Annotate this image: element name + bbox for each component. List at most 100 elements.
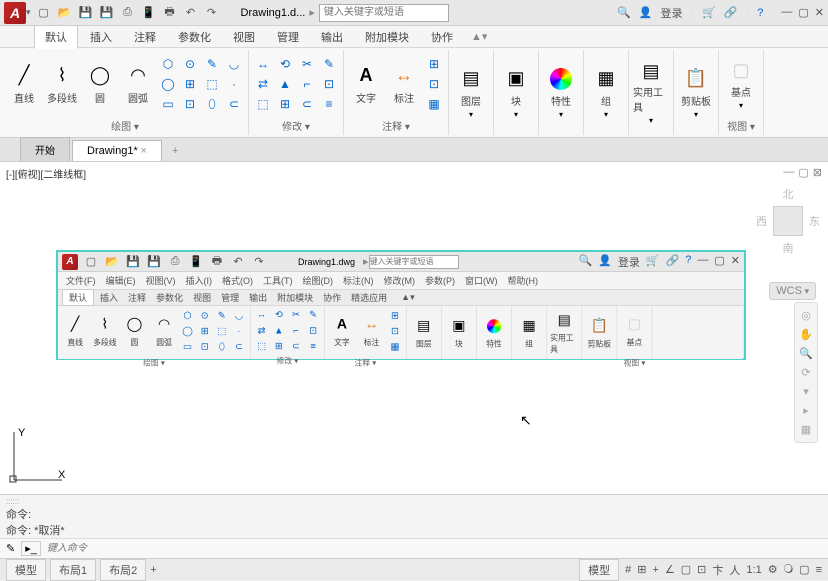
sm-btn[interactable]: ⬡ — [158, 55, 178, 73]
more-icon[interactable]: ≡ — [816, 564, 822, 576]
viewport-label[interactable]: [-][俯视][二维线框] — [6, 166, 86, 181]
cube-s[interactable]: 南 — [783, 240, 794, 256]
minimize-button[interactable]: — — [781, 6, 792, 19]
app-logo-icon[interactable]: A — [4, 2, 26, 24]
ortho-icon[interactable]: + — [652, 564, 658, 576]
sm-btn[interactable]: ⇄ — [253, 75, 273, 93]
track-icon[interactable]: ⊡ — [697, 563, 706, 576]
share-icon[interactable]: 🔗 — [724, 6, 738, 19]
tab-insert[interactable]: 插入 — [80, 26, 122, 48]
cube-e[interactable]: 东 — [809, 213, 820, 229]
prop-button[interactable]: 特性▾ — [543, 63, 579, 123]
group-button[interactable]: ▦组▾ — [588, 63, 624, 123]
nav-pan-icon[interactable]: ✋ — [799, 328, 813, 341]
sm-btn[interactable]: ▲ — [275, 75, 295, 93]
clip-button[interactable]: 📋剪贴板▾ — [678, 63, 714, 123]
grid-icon[interactable]: # — [625, 564, 631, 576]
tab-start[interactable]: 开始 — [20, 137, 70, 161]
sm-btn[interactable]: ⊡ — [319, 75, 339, 93]
cmd-toggle-icon[interactable]: ▸_ — [21, 541, 41, 556]
tab-parametric[interactable]: 参数化 — [168, 26, 221, 48]
nav-zoom-icon[interactable]: 🔍 — [799, 347, 813, 360]
scale-label[interactable]: 1:1 — [746, 564, 761, 576]
open-icon[interactable]: 📂 — [56, 4, 74, 22]
sm-btn[interactable]: ≡ — [319, 95, 339, 113]
circle-button[interactable]: ◯圆 — [82, 54, 118, 114]
sm-btn[interactable]: ✎ — [202, 55, 222, 73]
base-button[interactable]: ▢基点▾ — [723, 54, 759, 114]
dim-button[interactable]: ↔标注 — [386, 54, 422, 114]
ribbon-expand-icon[interactable]: ▲▾ — [471, 30, 487, 43]
tab-output[interactable]: 输出 — [311, 26, 353, 48]
sm-btn[interactable]: ⬚ — [202, 75, 222, 93]
tab-view[interactable]: 视图 — [223, 26, 265, 48]
tab-manage[interactable]: 管理 — [267, 26, 309, 48]
snap-icon[interactable]: ⊞ — [637, 563, 646, 576]
sm-btn[interactable]: ⬯ — [202, 95, 222, 113]
sm-btn[interactable]: ✎ — [319, 55, 339, 73]
status-modelspace[interactable]: 模型 — [579, 559, 619, 581]
add-layout-icon[interactable]: + — [150, 564, 156, 576]
cube-w[interactable]: 西 — [756, 213, 767, 229]
sm-btn[interactable]: ◡ — [224, 55, 244, 73]
new-icon[interactable]: ▢ — [35, 4, 53, 22]
nav-play-icon[interactable]: ▸ — [803, 404, 809, 417]
maximize-button[interactable]: ▢ — [798, 6, 808, 19]
polar-icon[interactable]: ∠ — [665, 563, 675, 576]
nav-cube[interactable]: 北 西东 南 — [758, 186, 818, 276]
sm-btn[interactable]: ⬚ — [253, 95, 273, 113]
sm-btn[interactable]: · — [224, 75, 244, 93]
anno-icon[interactable]: 🔾 — [784, 563, 794, 576]
nav-wheel-icon[interactable]: ◎ — [801, 309, 811, 322]
search-input[interactable] — [319, 4, 449, 22]
sm-btn[interactable]: ⌐ — [297, 75, 317, 93]
sm-btn[interactable]: ⊡ — [424, 75, 444, 93]
login-link[interactable]: 登录 — [661, 5, 683, 21]
user-icon[interactable]: 👤 — [639, 6, 653, 19]
vp-max-icon[interactable]: ▢ — [798, 166, 808, 179]
tab-addins[interactable]: 附加模块 — [355, 26, 419, 48]
print-icon[interactable]: 🖶 — [161, 4, 179, 22]
panel-annot-title[interactable]: 注释 ▾ — [348, 116, 444, 133]
close-tab-icon[interactable]: × — [141, 145, 147, 157]
help-icon[interactable]: ? — [757, 7, 763, 19]
cart-icon[interactable]: 🛒 — [702, 6, 716, 19]
sm-btn[interactable]: ⊞ — [424, 55, 444, 73]
sm-btn[interactable]: ↔ — [253, 55, 273, 73]
line-button[interactable]: ╱直线 — [6, 54, 42, 114]
cmd-icon[interactable]: ✎ — [6, 542, 15, 555]
sm-btn[interactable]: ◯ — [158, 75, 178, 93]
nav-grid-icon[interactable]: ▦ — [801, 423, 811, 436]
sm-btn[interactable]: ⊂ — [224, 95, 244, 113]
dyn-icon[interactable]: 卞 — [712, 562, 723, 578]
undo-icon[interactable]: ↶ — [182, 4, 200, 22]
tab-default[interactable]: 默认 — [34, 25, 78, 49]
sm-btn[interactable]: ⟲ — [275, 55, 295, 73]
panel-modify-title[interactable]: 修改 ▾ — [253, 116, 339, 133]
gear-icon[interactable]: ⚙ — [768, 563, 778, 576]
status-layout2-tab[interactable]: 布局2 — [100, 559, 146, 581]
tab-annotate[interactable]: 注释 — [124, 26, 166, 48]
search-icon[interactable]: 🔍 — [617, 6, 631, 19]
text-button[interactable]: A文字 — [348, 54, 384, 114]
command-input[interactable] — [47, 543, 822, 554]
panel-view-title[interactable]: 视图 ▾ — [723, 116, 759, 133]
arc-button[interactable]: ◠圆弧 — [120, 54, 156, 114]
block-button[interactable]: ▣块▾ — [498, 63, 534, 123]
viewport[interactable]: [-][俯视][二维线框] — ▢ ⊠ 北 西东 南 WCS ▾ ◎✋🔍⟳▾▸▦… — [0, 162, 828, 494]
plot-icon[interactable]: ⎙ — [119, 4, 137, 22]
iso-icon[interactable]: ▢ — [799, 563, 809, 576]
status-layout1-tab[interactable]: 布局1 — [50, 559, 96, 581]
vp-min-icon[interactable]: — — [783, 166, 794, 179]
wcs-badge[interactable]: WCS ▾ — [769, 282, 816, 300]
saveas-icon[interactable]: 💾 — [98, 4, 116, 22]
util-button[interactable]: ▤实用工具▾ — [633, 63, 669, 123]
cube-face[interactable] — [773, 206, 803, 236]
sm-btn[interactable]: ▭ — [158, 95, 178, 113]
osnap-icon[interactable]: ▢ — [681, 563, 691, 576]
redo-icon[interactable]: ↷ — [203, 4, 221, 22]
sm-btn[interactable]: ✂ — [297, 55, 317, 73]
search-play-icon[interactable]: ▸ — [309, 6, 315, 19]
sm-btn[interactable]: ⊙ — [180, 55, 200, 73]
tab-collab[interactable]: 协作 — [421, 26, 463, 48]
